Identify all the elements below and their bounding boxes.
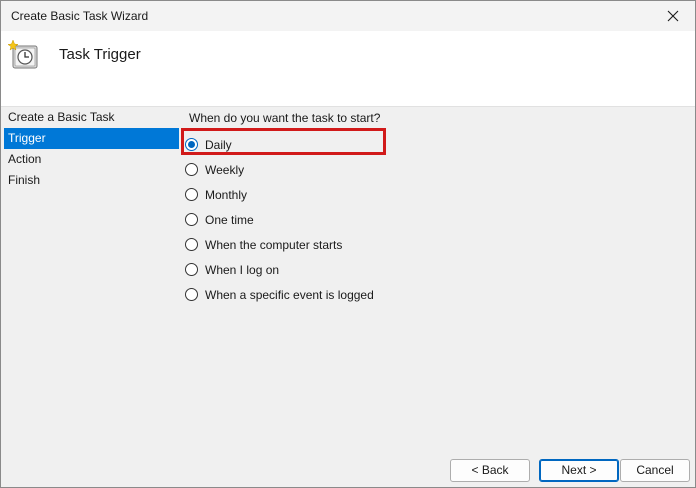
option-one-time[interactable]: One time [185,207,374,232]
title-bar: Create Basic Task Wizard [1,1,695,31]
radio-monthly[interactable] [185,188,198,201]
page-title: Task Trigger [59,46,141,63]
wizard-steps: Create a Basic Task Trigger Action Finis… [1,107,179,191]
radio-one-time[interactable] [185,213,198,226]
next-button[interactable]: Next > [539,459,619,482]
radio-log-on[interactable] [185,263,198,276]
radio-computer-starts[interactable] [185,238,198,251]
wizard-window: Create Basic Task Wizard Task Trigger Cr… [0,0,696,488]
option-event-logged-label: When a specific event is logged [205,287,374,302]
trigger-options: Daily Weekly Monthly One time When the c… [185,132,374,307]
step-create-basic-task[interactable]: Create a Basic Task [1,107,179,128]
close-button[interactable] [651,1,695,31]
close-icon [667,10,679,22]
back-button[interactable]: < Back [450,459,530,482]
window-title: Create Basic Task Wizard [11,9,149,23]
option-one-time-label: One time [205,212,254,227]
clock-icon [7,39,38,69]
step-trigger[interactable]: Trigger [4,128,179,149]
radio-event-logged[interactable] [185,288,198,301]
option-event-logged[interactable]: When a specific event is logged [185,282,374,307]
option-daily[interactable]: Daily [185,132,374,157]
option-monthly[interactable]: Monthly [185,182,374,207]
cancel-button[interactable]: Cancel [620,459,690,482]
trigger-question: When do you want the task to start? [189,111,381,125]
option-log-on-label: When I log on [205,262,280,277]
step-action[interactable]: Action [1,149,179,170]
step-finish[interactable]: Finish [1,170,179,191]
option-log-on[interactable]: When I log on [185,257,374,282]
option-monthly-label: Monthly [205,187,248,202]
option-computer-starts[interactable]: When the computer starts [185,232,374,257]
option-daily-label: Daily [205,137,232,152]
radio-daily[interactable] [185,138,198,151]
option-weekly-label: Weekly [205,162,245,177]
option-computer-starts-label: When the computer starts [205,237,343,252]
option-weekly[interactable]: Weekly [185,157,374,182]
radio-weekly[interactable] [185,163,198,176]
wizard-header: Task Trigger [1,31,695,107]
